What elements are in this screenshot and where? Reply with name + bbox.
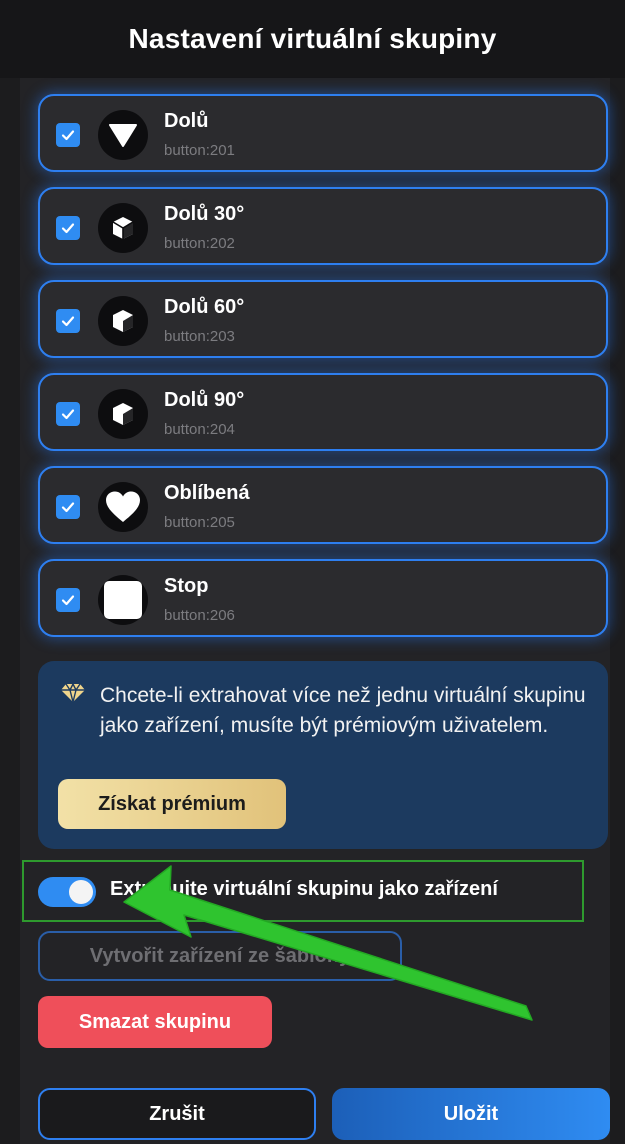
checkbox[interactable] — [56, 216, 80, 240]
item-name: Dolů 90° — [164, 389, 245, 411]
extract-toggle[interactable] — [38, 877, 96, 907]
item-name: Stop — [164, 575, 209, 597]
item-name: Oblíbená — [164, 482, 250, 504]
item-id: button:202 — [164, 235, 235, 252]
checkmark-icon — [61, 130, 75, 141]
toggle-label: Extrahujte virtuální skupinu jako zaříze… — [110, 878, 498, 900]
item-name: Dolů 30° — [164, 203, 245, 225]
item-id: button:205 — [164, 514, 235, 531]
item-name: Dolů — [164, 110, 209, 132]
get-premium-button[interactable]: Získat prémium — [58, 779, 286, 829]
cube-icon — [98, 296, 148, 346]
button-item-oblibena[interactable]: Oblíbená button:205 — [38, 466, 608, 544]
stop-square-icon — [98, 575, 148, 625]
checkmark-icon — [61, 502, 75, 513]
extract-toggle-row[interactable]: Extrahujte virtuální skupinu jako zaříze… — [22, 860, 584, 922]
toggle-knob — [69, 880, 93, 904]
cube-icon — [98, 203, 148, 253]
checkbox[interactable] — [56, 309, 80, 333]
save-button[interactable]: Uložit — [332, 1088, 610, 1140]
button-item-dolu-30[interactable]: Dolů 30° button:202 — [38, 187, 608, 265]
content-panel: Dolů button:201 Dolů 30° button:202 Dolů… — [20, 78, 610, 1144]
checkmark-icon — [61, 316, 75, 327]
button-item-stop[interactable]: Stop button:206 — [38, 559, 608, 637]
item-id: button:206 — [164, 607, 235, 624]
checkmark-icon — [61, 595, 75, 606]
checkbox[interactable] — [56, 495, 80, 519]
header: Nastavení virtuální skupiny — [0, 0, 625, 78]
cube-icon — [98, 389, 148, 439]
down-triangle-icon — [98, 110, 148, 160]
checkmark-icon — [61, 223, 75, 234]
create-from-template-button[interactable]: Vytvořit zařízení ze šablony — [38, 931, 402, 981]
button-item-dolu-90[interactable]: Dolů 90° button:204 — [38, 373, 608, 451]
checkbox[interactable] — [56, 402, 80, 426]
premium-banner: Chcete-li extrahovat více než jednu virt… — [38, 661, 608, 849]
checkbox[interactable] — [56, 123, 80, 147]
item-name: Dolů 60° — [164, 296, 245, 318]
button-item-dolu-60[interactable]: Dolů 60° button:203 — [38, 280, 608, 358]
heart-icon — [98, 482, 148, 532]
item-id: button:204 — [164, 421, 235, 438]
diamond-icon — [60, 682, 86, 708]
delete-group-button[interactable]: Smazat skupinu — [38, 996, 272, 1048]
button-item-dolu[interactable]: Dolů button:201 — [38, 94, 608, 172]
checkmark-icon — [61, 409, 75, 420]
item-id: button:203 — [164, 328, 235, 345]
checkbox[interactable] — [56, 588, 80, 612]
cancel-button[interactable]: Zrušit — [38, 1088, 316, 1140]
item-id: button:201 — [164, 142, 235, 159]
page-title: Nastavení virtuální skupiny — [128, 23, 497, 54]
premium-message: Chcete-li extrahovat více než jednu virt… — [100, 684, 586, 737]
